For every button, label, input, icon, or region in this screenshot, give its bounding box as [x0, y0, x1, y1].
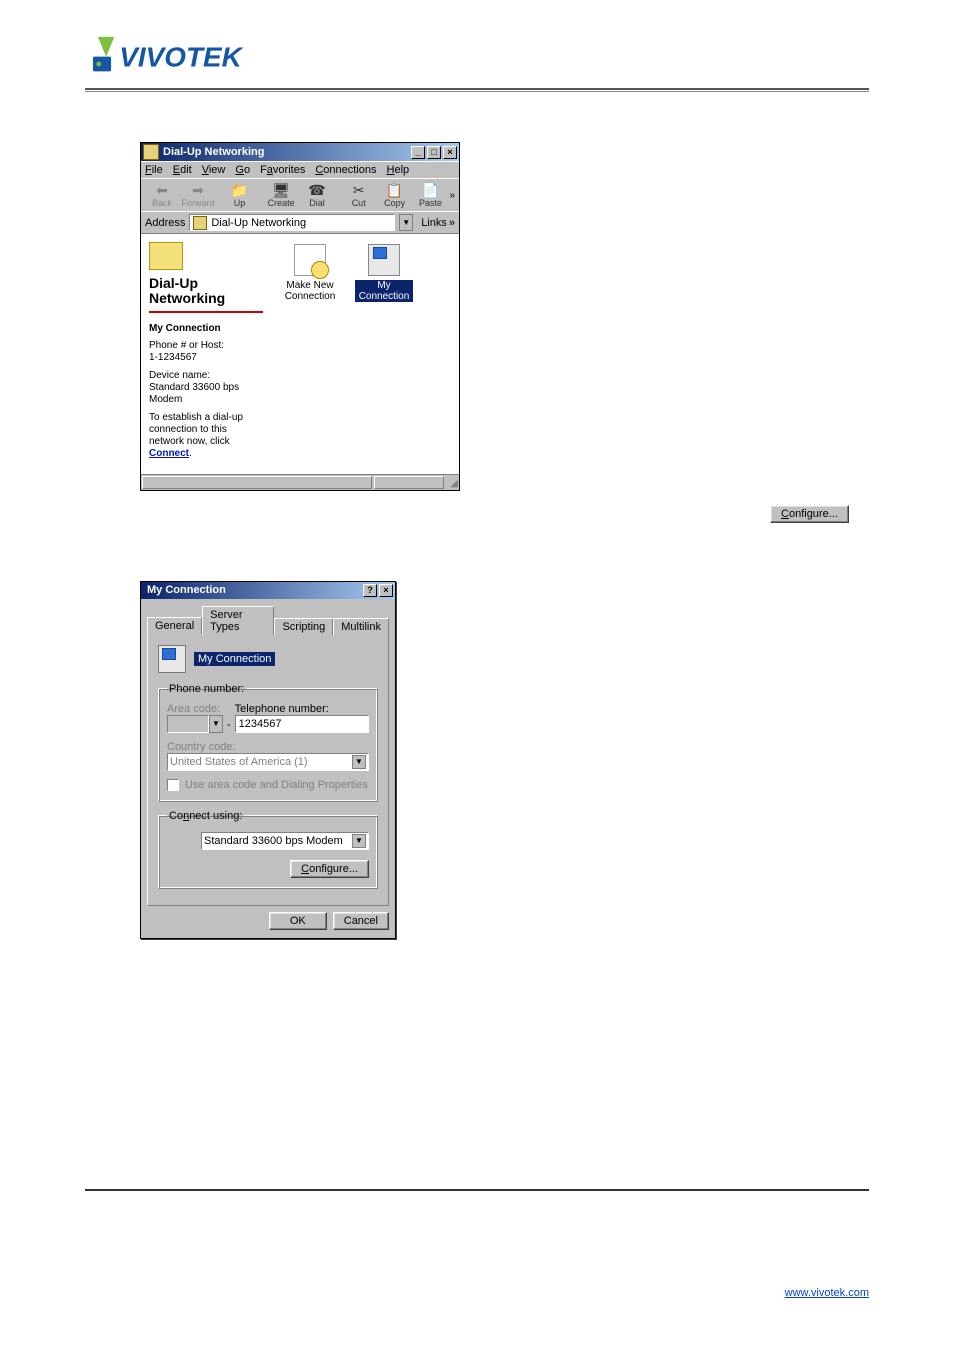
help-button[interactable]: ?	[363, 584, 377, 597]
titlebar[interactable]: Dial-Up Networking _ □ ×	[141, 143, 459, 161]
explorer-content: Dial-Up Networking My Connection Phone #…	[141, 233, 459, 474]
address-value: Dial-Up Networking	[211, 217, 306, 229]
make-new-connection-icon[interactable]: Make New Connection	[281, 244, 339, 302]
tab-panel-general: My Connection Phone number: Area code: ▼…	[147, 634, 389, 906]
tab-general[interactable]: General	[147, 617, 202, 635]
menu-go[interactable]: Go	[235, 164, 250, 176]
new-connection-icon	[294, 244, 326, 276]
large-folder-icon	[149, 242, 183, 270]
device-info: Device name: Standard 33600 bps Modem	[149, 370, 263, 406]
configure-label: onfigure...	[789, 508, 838, 520]
chevron-down-icon: ▼	[352, 755, 366, 769]
back-arrow-icon: ⬅	[152, 182, 172, 198]
connect-using-group: Connect using: Standard 33600 bps Modem …	[158, 810, 378, 889]
area-code-input	[167, 715, 209, 733]
brand-logo: VIVOTEK	[85, 30, 869, 80]
my-connection-icon[interactable]: My Connection	[355, 244, 413, 302]
connect-group-legend: Connect using:	[167, 810, 244, 822]
toolbar-dial[interactable]: ☎ Dial	[300, 182, 334, 208]
phone-info: Phone # or Host: 1-1234567	[149, 340, 263, 364]
configure-button-floating[interactable]: Configure...	[770, 505, 849, 523]
toolbar-cut[interactable]: ✂ Cut	[342, 182, 376, 208]
ok-button[interactable]: OK	[269, 912, 327, 930]
tab-strip: General Server Types Scripting Multilink	[141, 599, 395, 634]
folder-icon	[143, 144, 159, 160]
svg-text:VIVOTEK: VIVOTEK	[119, 42, 243, 73]
my-connection-dialog: My Connection ? × General Server Types S…	[140, 581, 396, 939]
address-bar: Address Dial-Up Networking ▼ Links»	[141, 211, 459, 233]
telephone-input[interactable]	[235, 715, 369, 733]
menu-edit[interactable]: Edit	[173, 164, 192, 176]
chevron-down-icon[interactable]: ▼	[352, 834, 366, 848]
phone-group-legend: Phone number:	[167, 683, 246, 695]
statusbar: ◢	[141, 474, 459, 490]
toolbar-up[interactable]: 📁 Up	[223, 182, 257, 208]
links-bar[interactable]: Links»	[421, 217, 455, 229]
dialog-titlebar[interactable]: My Connection ? ×	[141, 582, 395, 599]
footer-link[interactable]: www.vivotek.com	[785, 1287, 869, 1299]
menubar: File Edit View Go Favorites Connections …	[141, 161, 459, 178]
telephone-label: Telephone number:	[235, 703, 369, 715]
toolbar: ⬅ Back ➡ Forward 📁 Up 🖥 Create ☎ Dial	[141, 178, 459, 211]
modem-small-icon	[167, 830, 193, 852]
toolbar-forward: ➡ Forward	[181, 182, 215, 208]
use-area-code-label: Use area code and Dialing Properties	[185, 779, 368, 791]
header-divider	[85, 88, 869, 92]
connection-name[interactable]: My Connection	[194, 652, 275, 666]
maximize-button[interactable]: □	[427, 146, 441, 159]
phone-number-group: Phone number: Area code: ▼ - Telephone n…	[158, 683, 378, 802]
modem-select[interactable]: Standard 33600 bps Modem ▼	[201, 832, 369, 850]
toolbar-overflow[interactable]: »	[449, 190, 455, 201]
resize-grip-icon[interactable]: ◢	[445, 475, 459, 490]
menu-favorites[interactable]: Favorites	[260, 164, 305, 176]
tab-server-types[interactable]: Server Types	[202, 606, 274, 635]
tab-multilink[interactable]: Multilink	[333, 618, 389, 635]
country-code-select: United States of America (1) ▼	[167, 753, 369, 771]
dialup-networking-window: Dial-Up Networking _ □ × File Edit View …	[140, 142, 460, 491]
toolbar-copy[interactable]: 📋 Copy	[378, 182, 412, 208]
connect-link[interactable]: Connect	[149, 448, 189, 459]
area-code-dropdown: ▼	[209, 715, 223, 733]
dial-icon: ☎	[307, 182, 327, 198]
address-dropdown[interactable]: ▼	[399, 214, 413, 231]
toolbar-create[interactable]: 🖥 Create	[264, 182, 298, 208]
tab-scripting[interactable]: Scripting	[274, 618, 333, 635]
up-folder-icon: 📁	[229, 182, 249, 198]
toolbar-paste[interactable]: 📄 Paste	[414, 182, 448, 208]
address-label: Address	[145, 217, 185, 229]
menu-file[interactable]: File	[145, 164, 163, 176]
minimize-button[interactable]: _	[411, 146, 425, 159]
country-code-label: Country code:	[167, 741, 235, 753]
create-icon: 🖥	[271, 182, 291, 198]
modem-icon	[158, 645, 186, 673]
info-panel: Dial-Up Networking My Connection Phone #…	[141, 234, 271, 474]
configure-button[interactable]: Configure...	[290, 860, 369, 878]
cut-icon: ✂	[349, 182, 369, 198]
connect-hint: To establish a dial-up connection to thi…	[149, 412, 263, 460]
window-title: Dial-Up Networking	[163, 146, 411, 158]
footer-divider	[85, 1189, 869, 1191]
area-code-label: Area code:	[167, 703, 223, 715]
menu-connections[interactable]: Connections	[315, 164, 376, 176]
panel-title: Dial-Up Networking	[149, 276, 263, 313]
menu-help[interactable]: Help	[387, 164, 410, 176]
use-area-code-checkbox[interactable]	[167, 779, 179, 791]
connection-modem-icon	[368, 244, 400, 276]
menu-view[interactable]: View	[202, 164, 226, 176]
address-field[interactable]: Dial-Up Networking	[189, 214, 395, 231]
close-button[interactable]: ×	[443, 146, 457, 159]
dialog-title: My Connection	[143, 584, 363, 596]
selected-item-name: My Connection	[149, 323, 263, 334]
forward-arrow-icon: ➡	[188, 182, 208, 198]
dialog-close-button[interactable]: ×	[379, 584, 393, 597]
folder-small-icon	[193, 216, 207, 230]
toolbar-back: ⬅ Back	[145, 182, 179, 208]
cancel-button[interactable]: Cancel	[333, 912, 389, 930]
copy-icon: 📋	[385, 182, 405, 198]
paste-icon: 📄	[420, 182, 440, 198]
